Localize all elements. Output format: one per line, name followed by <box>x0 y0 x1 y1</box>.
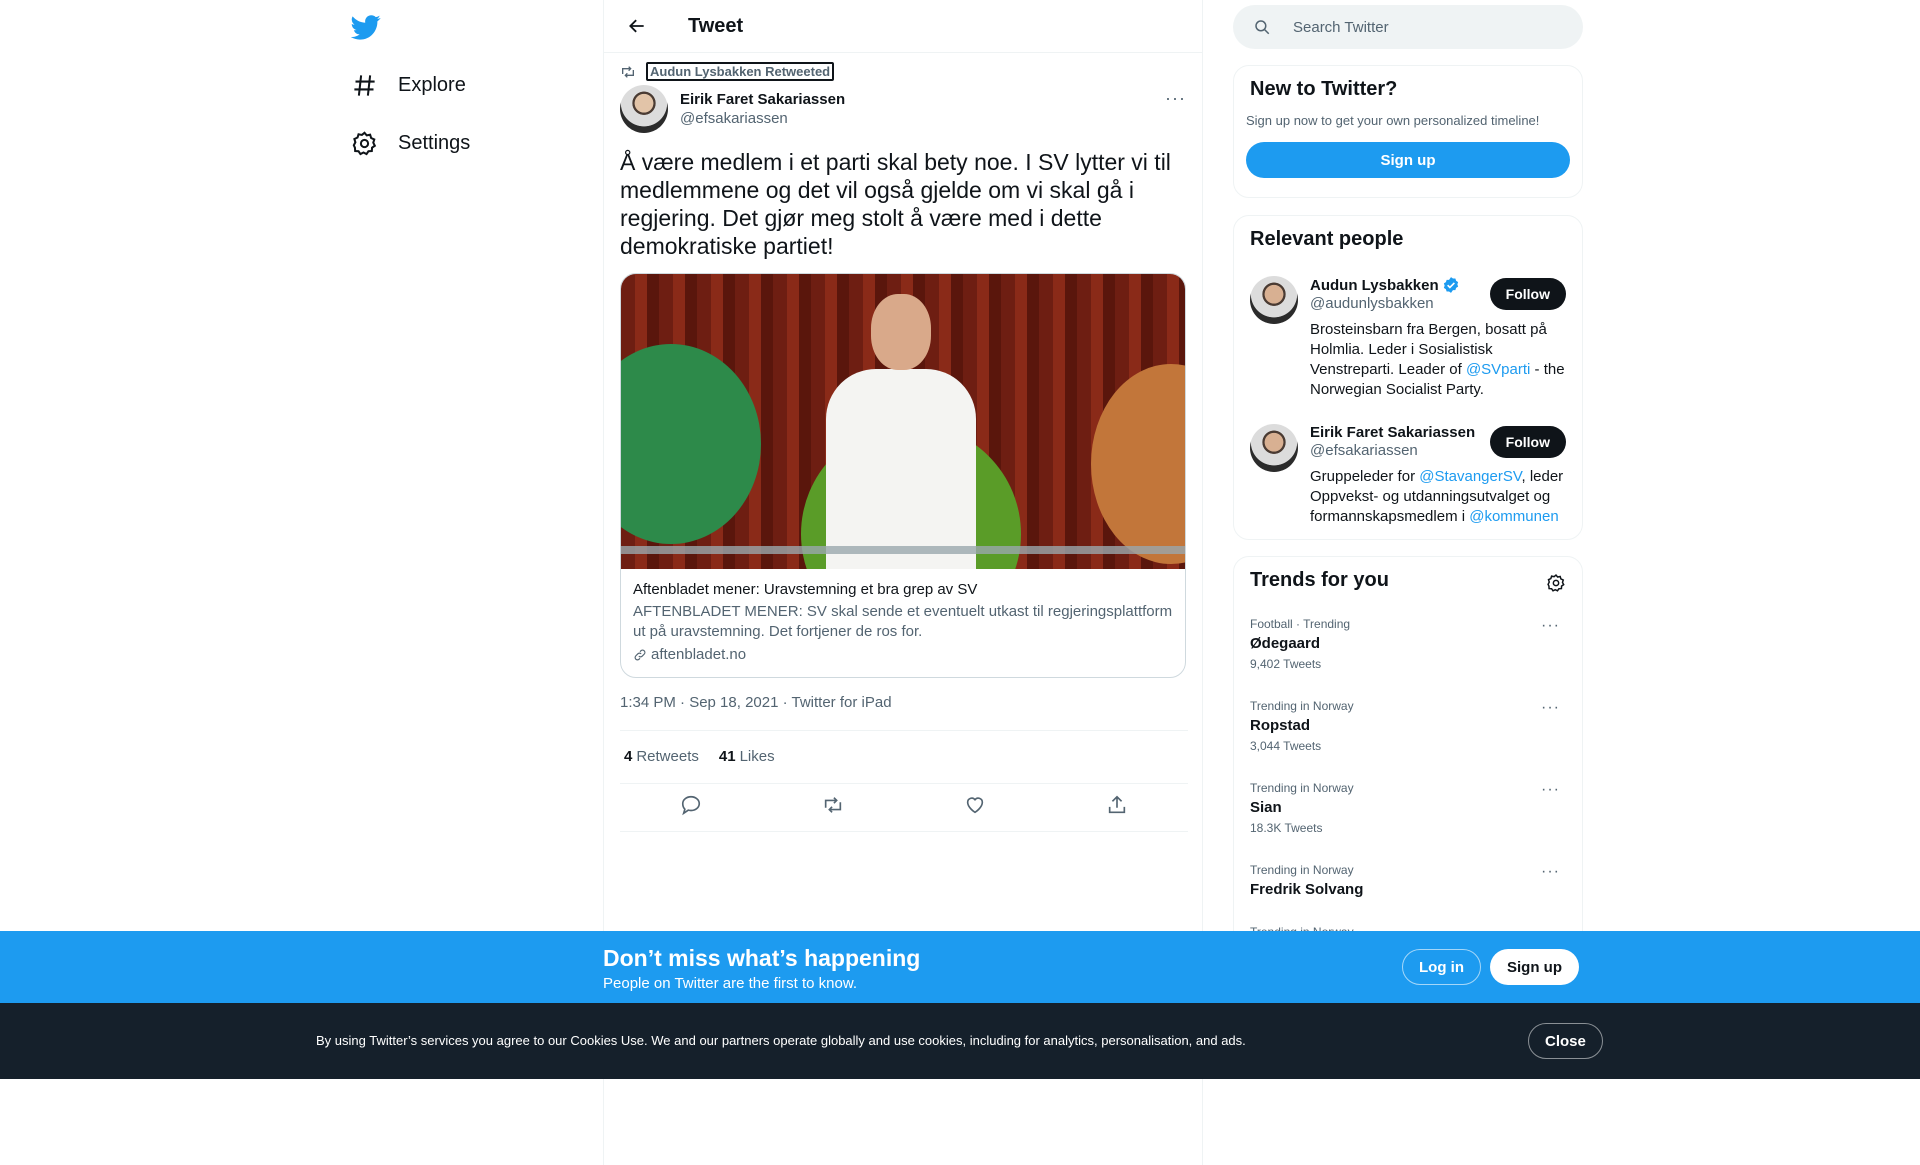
mention-link[interactable]: @StavangerSV <box>1419 468 1521 485</box>
likes-stat[interactable]: 41 Likes <box>719 748 775 765</box>
card-description: AFTENBLADET MENER: SV skal sende et even… <box>633 603 1173 640</box>
tweet-timestamp[interactable]: 1:34 PM · Sep 18, 2021 · Twitter for iPa… <box>620 694 892 711</box>
link-card[interactable]: Aftenbladet mener: Uravstemning et bra g… <box>620 273 1186 678</box>
author-handle[interactable]: @efsakariassen <box>680 110 845 127</box>
nav-item-label: Explore <box>398 74 466 96</box>
card-domain-text: aftenbladet.no <box>651 646 747 663</box>
person-bio: Brosteinsbarn fra Bergen, bosatt på Holm… <box>1310 321 1565 398</box>
panel-subtitle: Sign up now to get your own personalized… <box>1246 113 1540 128</box>
signup-prompt-bar: Don’t miss what’s happening People on Tw… <box>0 931 1920 1003</box>
avatar[interactable] <box>620 85 668 133</box>
author-name[interactable]: Eirik Faret Sakariassen <box>680 91 845 108</box>
divider <box>620 831 1188 832</box>
cookie-banner: By using Twitter’s services you agree to… <box>0 1003 1920 1079</box>
trend-name: Ødegaard <box>1250 635 1321 652</box>
arrow-left-icon <box>629 19 644 33</box>
retweet-icon <box>622 65 634 78</box>
like-heart-icon[interactable] <box>964 794 986 816</box>
trend-context: Trending in Norway <box>1250 699 1354 713</box>
follow-button[interactable]: Follow <box>1489 426 1566 458</box>
retweets-stat[interactable]: 4 Retweets <box>624 748 699 765</box>
retweeted-by-link[interactable]: Audun Lysbakken Retweeted <box>646 62 835 81</box>
reply-icon[interactable] <box>680 794 702 816</box>
search-bar[interactable]: Search Twitter <box>1233 5 1583 49</box>
main-header: Tweet <box>604 0 1202 53</box>
tweet-actions <box>620 794 1188 816</box>
retweeted-by: Audun Lysbakken Retweeted <box>620 62 835 81</box>
signup-button[interactable]: Sign up <box>1490 949 1579 985</box>
trend-name: Ropstad <box>1250 717 1310 734</box>
nav-item-explore[interactable]: Explore <box>351 72 466 99</box>
avatar[interactable] <box>1250 276 1298 324</box>
share-icon[interactable] <box>1106 794 1128 816</box>
trend-count: 3,044 Tweets <box>1250 739 1322 753</box>
more-options-icon[interactable]: ··· <box>1541 781 1560 799</box>
close-button[interactable]: Close <box>1528 1023 1603 1059</box>
trend-context: Trending in Norway <box>1250 781 1354 795</box>
cookie-text: By using Twitter’s services you agree to… <box>316 1033 1246 1048</box>
more-options-icon[interactable]: ··· <box>1541 699 1560 717</box>
mention-link[interactable]: @kommunen <box>1469 508 1558 525</box>
nav-item-settings[interactable]: Settings <box>351 130 470 157</box>
tweet-text: Å være medlem i et parti skal bety noe. … <box>620 149 1171 259</box>
follow-button[interactable]: Follow <box>1489 278 1566 310</box>
divider <box>620 730 1188 731</box>
person-bio: Gruppeleder for @StavangerSV, leder Oppv… <box>1310 468 1564 525</box>
tweet-author[interactable]: Eirik Faret Sakariassen @efsakariassen <box>620 85 845 133</box>
trend-item[interactable]: Trending in Norway Fredrik Solvang ··· <box>1250 863 1568 898</box>
trend-context: Football · Trending <box>1250 617 1351 631</box>
gear-icon <box>352 131 377 156</box>
search-input[interactable]: Search Twitter <box>1293 19 1389 36</box>
signup-button[interactable]: Sign up <box>1246 142 1570 178</box>
trend-item[interactable]: Trending in Norway Sian 18.3K Tweets ··· <box>1250 781 1568 835</box>
nav-item-label: Settings <box>398 132 471 154</box>
person-name[interactable]: Audun Lysbakken <box>1310 277 1439 294</box>
mention-link[interactable]: @SVparti <box>1466 361 1530 378</box>
panel-title: New to Twitter? <box>1250 78 1398 100</box>
trend-context: Trending in Norway <box>1250 863 1354 877</box>
search-icon <box>1255 20 1270 35</box>
trend-name: Fredrik Solvang <box>1250 881 1364 898</box>
gear-icon[interactable] <box>1546 573 1566 593</box>
trend-name: Sian <box>1250 799 1282 816</box>
more-options-icon[interactable]: ··· <box>1541 617 1560 635</box>
divider <box>620 783 1188 784</box>
more-options-icon[interactable]: ··· <box>1165 88 1186 109</box>
card-title: Aftenbladet mener: Uravstemning et bra g… <box>633 581 978 598</box>
new-to-twitter-panel: New to Twitter? Sign up now to get your … <box>1233 65 1583 198</box>
relevant-people-panel: Relevant people Audun Lysbakken @audunly… <box>1233 215 1583 540</box>
link-icon <box>634 649 646 660</box>
avatar[interactable] <box>1250 424 1298 472</box>
twitter-bird-icon[interactable] <box>351 12 381 42</box>
person-name[interactable]: Eirik Faret Sakariassen <box>1310 424 1475 441</box>
card-image <box>621 274 1185 569</box>
hashtag-icon <box>354 75 375 96</box>
panel-title: Trends for you <box>1250 569 1389 591</box>
card-domain: aftenbladet.no <box>633 646 1173 663</box>
trend-item[interactable]: Trending in Norway Ropstad 3,044 Tweets … <box>1250 699 1568 753</box>
tweet-stats: 4 Retweets 41 Likes <box>624 748 775 765</box>
login-button[interactable]: Log in <box>1402 949 1481 985</box>
prompt-title: Don’t miss what’s happening <box>603 945 921 971</box>
trends-panel: Trends for you Football · Trending Ødega… <box>1233 556 1583 976</box>
more-options-icon[interactable]: ··· <box>1541 863 1560 881</box>
prompt-subtitle: People on Twitter are the first to know. <box>603 975 858 992</box>
trend-count: 9,402 Tweets <box>1250 657 1322 671</box>
trend-count: 18.3K Tweets <box>1250 821 1323 835</box>
verified-badge-icon <box>1443 277 1458 293</box>
page-title: Tweet <box>688 14 744 37</box>
panel-title: Relevant people <box>1250 228 1404 250</box>
retweet-icon[interactable] <box>822 794 844 816</box>
trend-item[interactable]: Football · Trending Ødegaard 9,402 Tweet… <box>1250 617 1568 671</box>
back-button[interactable] <box>620 9 654 43</box>
